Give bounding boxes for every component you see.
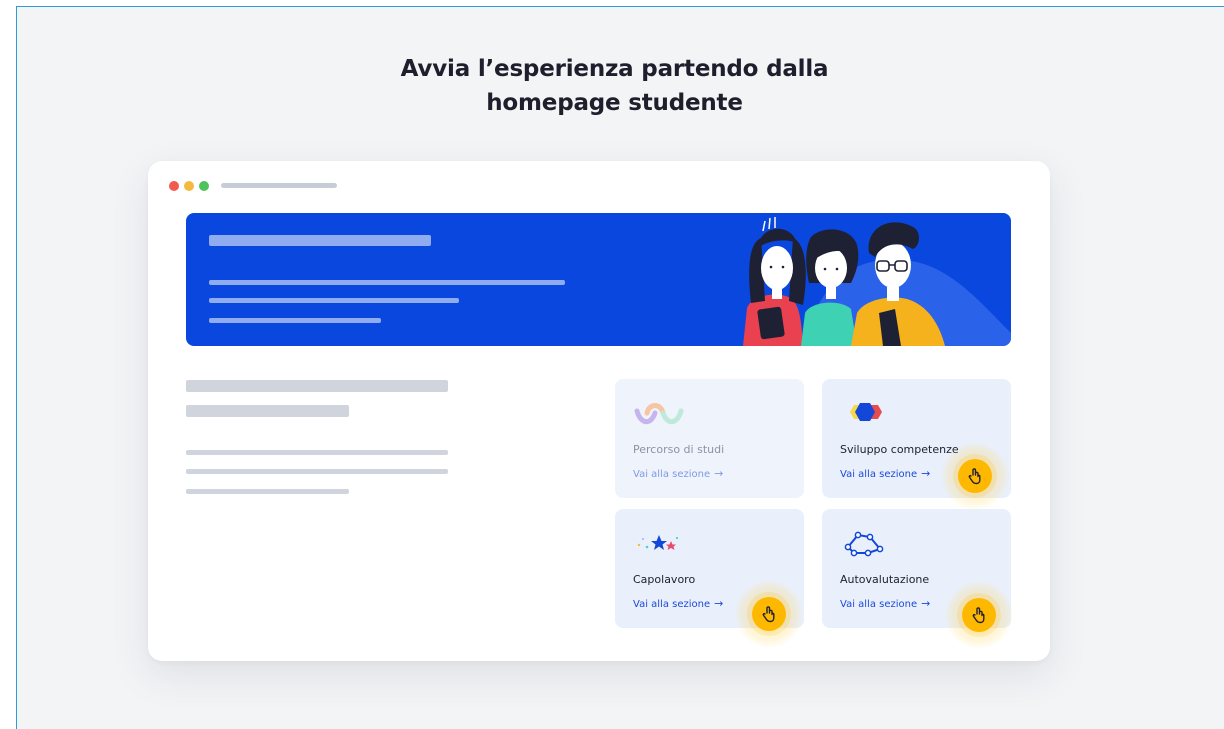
tap-hand-icon[interactable] (958, 459, 992, 493)
tap-hand-icon[interactable] (752, 597, 786, 631)
headline-line-1: Avvia l’esperienza partendo dalla (400, 56, 829, 82)
card-percorso-di-studi[interactable]: Percorso di studi Vai alla sezione → (615, 379, 804, 498)
content-subtitle-placeholder (186, 405, 349, 417)
hero-text-line-placeholder (209, 280, 565, 285)
arrow-right-icon: → (714, 597, 724, 610)
section-link-label: Vai alla sezione (840, 469, 918, 480)
arrow-right-icon: → (921, 597, 931, 610)
arrow-right-icon: → (921, 467, 931, 480)
stars-icon (637, 535, 679, 550)
card-title: Capolavoro (633, 573, 696, 586)
content-title-placeholder (186, 380, 448, 392)
students-illustration (743, 217, 1011, 346)
section-link-label: Vai alla sezione (840, 599, 918, 610)
network-nodes-icon (844, 531, 884, 557)
address-bar-placeholder (221, 183, 337, 188)
hotspot-sviluppo-competenze[interactable] (941, 442, 1009, 510)
card-title: Percorso di studi (633, 443, 725, 456)
hero-text-line-placeholder (209, 298, 459, 303)
content-line-placeholder (186, 450, 448, 455)
card-title: Autovalutazione (840, 573, 930, 586)
maximize-dot (199, 181, 209, 191)
window-traffic-lights (169, 181, 209, 191)
close-dot (169, 181, 179, 191)
minimize-dot (184, 181, 194, 191)
hero-banner (186, 213, 1011, 346)
section-link[interactable]: Vai alla sezione → (633, 467, 723, 480)
hotspot-capolavoro[interactable] (735, 580, 803, 648)
browser-window-mockup: Percorso di studi Vai alla sezione → Svil… (148, 161, 1050, 661)
arrow-right-icon: → (714, 467, 724, 480)
card-title: Sviluppo competenze (840, 443, 959, 456)
section-link[interactable]: Vai alla sezione → (840, 467, 930, 480)
section-link-label: Vai alla sezione (633, 469, 711, 480)
content-line-placeholder (186, 469, 448, 474)
hero-title-placeholder (209, 235, 431, 246)
tap-hand-icon[interactable] (962, 598, 996, 632)
hotspot-autovalutazione[interactable] (945, 581, 1013, 649)
content-line-placeholder (186, 489, 349, 494)
section-link-label: Vai alla sezione (633, 599, 711, 610)
headline-line-2: homepage studente (486, 90, 743, 116)
section-link[interactable]: Vai alla sezione → (840, 597, 930, 610)
hero-text-line-placeholder (209, 318, 381, 323)
section-link[interactable]: Vai alla sezione → (633, 597, 723, 610)
hexagons-icon (850, 403, 882, 421)
rainbow-waves-icon (634, 403, 684, 425)
page-headline: Avvia l’esperienza partendo dalla homepa… (17, 52, 1212, 120)
